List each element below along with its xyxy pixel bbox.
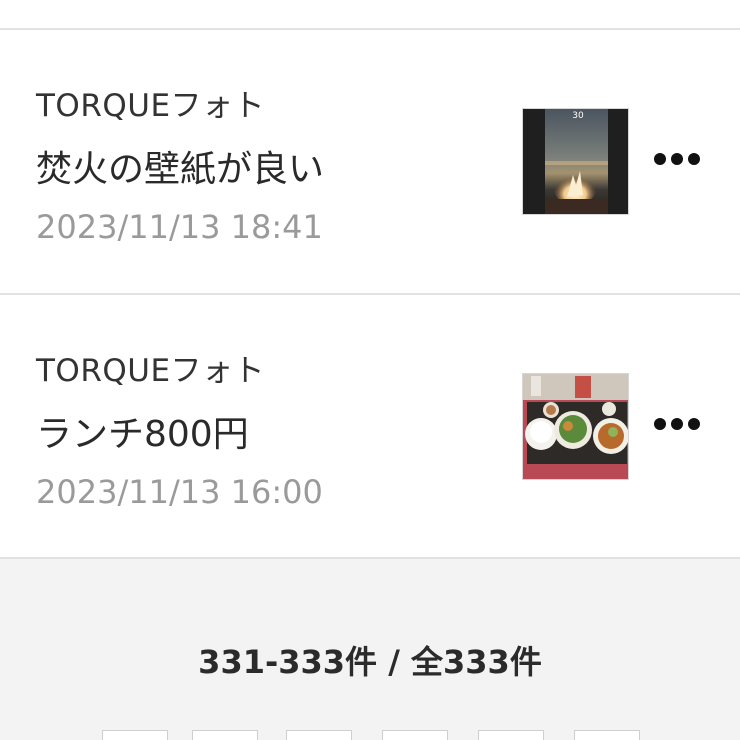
page-button[interactable] (478, 730, 544, 740)
thumb-label: 30 (572, 111, 584, 121)
more-dots-icon (654, 153, 666, 165)
page-button[interactable] (382, 730, 448, 740)
post-title[interactable]: ランチ800円 (36, 405, 249, 457)
bonfire-photo-icon: 30 (523, 109, 628, 214)
page-button[interactable] (286, 730, 352, 740)
post-item[interactable]: TORQUEフォト ランチ800円 2023/11/13 16:00 (0, 295, 740, 560)
page-button[interactable] (102, 730, 168, 740)
post-date: 2023/11/13 18:41 (36, 208, 323, 246)
more-options-button[interactable] (654, 148, 700, 170)
post-source: TORQUEフォト (36, 353, 266, 389)
page-button[interactable] (574, 730, 640, 740)
post-title[interactable]: 焚火の壁紙が良い (36, 140, 324, 192)
more-options-button[interactable] (654, 413, 700, 435)
post-item[interactable]: TORQUEフォト 焚火の壁紙が良い 2023/11/13 18:41 30 (0, 30, 740, 295)
post-date: 2023/11/13 16:00 (36, 473, 323, 511)
pagination-footer: 331-333件 / 全333件 (0, 559, 740, 740)
post-source: TORQUEフォト (36, 88, 266, 124)
more-dots-icon (688, 418, 700, 430)
post-thumbnail[interactable] (522, 373, 629, 480)
page-button[interactable] (192, 730, 258, 740)
pagination-count: 331-333件 / 全333件 (198, 643, 542, 681)
more-dots-icon (654, 418, 666, 430)
post-thumbnail[interactable]: 30 (522, 108, 629, 215)
more-dots-icon (671, 418, 683, 430)
more-dots-icon (688, 153, 700, 165)
lunch-photo-icon (523, 374, 628, 479)
more-dots-icon (671, 153, 683, 165)
